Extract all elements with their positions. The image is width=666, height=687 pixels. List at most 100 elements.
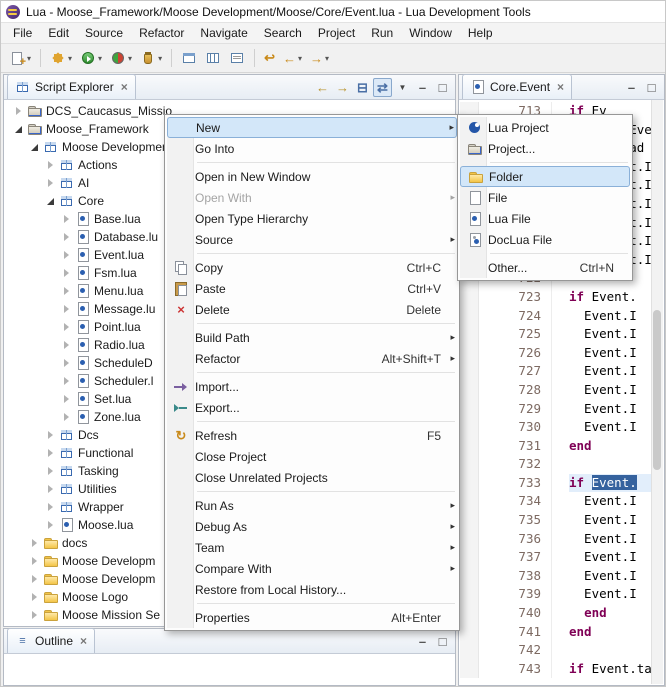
menu-help[interactable]: Help: [460, 24, 501, 42]
code-line[interactable]: 742: [460, 641, 663, 660]
menu-run[interactable]: Run: [363, 24, 401, 42]
code-line[interactable]: 737 Event.I: [460, 548, 663, 567]
code-line[interactable]: 741end: [460, 623, 663, 642]
tree-expander-icon[interactable]: [45, 501, 57, 513]
tree-expander-icon[interactable]: [45, 429, 57, 441]
code-line[interactable]: 734 Event.I: [460, 492, 663, 511]
tree-expander-icon[interactable]: [29, 573, 41, 585]
tree-expander-icon[interactable]: [29, 555, 41, 567]
code-line[interactable]: 743if Event.ta: [460, 660, 663, 679]
tree-expander-icon[interactable]: [45, 195, 57, 207]
collapse-all-icon[interactable]: ⊟: [353, 78, 372, 97]
tree-expander-icon[interactable]: [61, 231, 73, 243]
menu-item-copy[interactable]: CopyCtrl+C: [167, 257, 457, 278]
menu-item-lua-file[interactable]: Lua File: [460, 208, 630, 229]
menu-project[interactable]: Project: [310, 24, 363, 42]
tab-script-explorer[interactable]: Script Explorer ×: [7, 74, 136, 99]
code-line[interactable]: 740 end: [460, 604, 663, 623]
tree-expander-icon[interactable]: [13, 123, 25, 135]
menu-item-restore-from-local-history[interactable]: Restore from Local History...: [167, 579, 457, 600]
debug-button[interactable]: ▾: [47, 47, 75, 69]
tree-expander-icon[interactable]: [45, 177, 57, 189]
menu-window[interactable]: Window: [401, 24, 460, 42]
code-line[interactable]: 726 Event.I: [460, 344, 663, 363]
dropdown-arrow-icon[interactable]: ▾: [158, 54, 162, 63]
tree-expander-icon[interactable]: [61, 411, 73, 423]
menu-edit[interactable]: Edit: [40, 24, 77, 42]
tree-expander-icon[interactable]: [61, 249, 73, 261]
menu-item-paste[interactable]: PasteCtrl+V: [167, 278, 457, 299]
menu-item-debug-as[interactable]: Debug As▸: [167, 516, 457, 537]
menu-item-refactor[interactable]: RefactorAlt+Shift+T▸: [167, 348, 457, 369]
tab-outline[interactable]: ≡ Outline ×: [7, 628, 95, 653]
tree-expander-icon[interactable]: [61, 285, 73, 297]
tree-expander-icon[interactable]: [45, 447, 57, 459]
tree-expander-icon[interactable]: [61, 339, 73, 351]
menu-item-lua-project[interactable]: Lua Project: [460, 117, 630, 138]
scrollbar-thumb[interactable]: [653, 310, 661, 470]
forward-button[interactable]: →▾: [307, 47, 332, 69]
window-table-button[interactable]: [202, 47, 224, 69]
menu-item-source[interactable]: Source▸: [167, 229, 457, 250]
dropdown-arrow-icon[interactable]: ▾: [68, 54, 72, 63]
code-line[interactable]: 739 Event.I: [460, 585, 663, 604]
menu-file[interactable]: File: [5, 24, 40, 42]
window-text-button[interactable]: [226, 47, 248, 69]
maximize-icon[interactable]: □: [642, 78, 661, 97]
menu-item-build-path[interactable]: Build Path▸: [167, 327, 457, 348]
code-line[interactable]: 727 Event.I: [460, 362, 663, 381]
tree-expander-icon[interactable]: [13, 105, 25, 117]
tree-expander-icon[interactable]: [29, 609, 41, 621]
menu-source[interactable]: Source: [77, 24, 131, 42]
dropdown-arrow-icon[interactable]: ▾: [325, 54, 329, 63]
menu-search[interactable]: Search: [256, 24, 310, 42]
tree-expander-icon[interactable]: [61, 321, 73, 333]
tree-expander-icon[interactable]: [61, 267, 73, 279]
menu-item-close-project[interactable]: Close Project: [167, 446, 457, 467]
back-icon[interactable]: ←: [313, 78, 332, 97]
code-line[interactable]: 731end: [460, 437, 663, 456]
minimize-icon[interactable]: –: [622, 78, 641, 97]
code-line[interactable]: 723if Event.: [460, 288, 663, 307]
menu-item-doclua-file[interactable]: DocLua File: [460, 229, 630, 250]
dropdown-arrow-icon[interactable]: ▾: [128, 54, 132, 63]
code-line[interactable]: 732: [460, 455, 663, 474]
code-line[interactable]: 736 Event.I: [460, 530, 663, 549]
menu-item-delete[interactable]: ×DeleteDelete: [167, 299, 457, 320]
run-button[interactable]: ▾: [77, 47, 105, 69]
tree-expander-icon[interactable]: [61, 213, 73, 225]
dropdown-arrow-icon[interactable]: ▾: [298, 54, 302, 63]
tree-expander-icon[interactable]: [61, 357, 73, 369]
code-line[interactable]: 735 Event.I: [460, 511, 663, 530]
code-line[interactable]: 729 Event.I: [460, 400, 663, 419]
tree-expander-icon[interactable]: [29, 537, 41, 549]
code-line[interactable]: 730 Event.I: [460, 418, 663, 437]
maximize-icon[interactable]: □: [433, 632, 452, 651]
menu-item-close-unrelated-projects[interactable]: Close Unrelated Projects: [167, 467, 457, 488]
tree-expander-icon[interactable]: [61, 375, 73, 387]
menu-item-open-in-new-window[interactable]: Open in New Window: [167, 166, 457, 187]
minimize-icon[interactable]: –: [413, 632, 432, 651]
close-icon[interactable]: ×: [121, 82, 128, 92]
dropdown-arrow-icon[interactable]: ▾: [27, 54, 31, 63]
dropdown-arrow-icon[interactable]: ▾: [98, 54, 102, 63]
close-icon[interactable]: ×: [80, 636, 87, 646]
menu-item-team[interactable]: Team▸: [167, 537, 457, 558]
last-edit-location-button[interactable]: ↩: [261, 47, 278, 69]
menu-navigate[interactable]: Navigate: [192, 24, 255, 42]
menu-refactor[interactable]: Refactor: [131, 24, 192, 42]
tree-expander-icon[interactable]: [45, 483, 57, 495]
external-tools-button[interactable]: ▾: [137, 47, 165, 69]
tree-expander-icon[interactable]: [45, 465, 57, 477]
tree-expander-icon[interactable]: [29, 591, 41, 603]
tree-expander-icon[interactable]: [61, 303, 73, 315]
menu-item-go-into[interactable]: Go Into: [167, 138, 457, 159]
menu-item-open-type-hierarchy[interactable]: Open Type Hierarchy: [167, 208, 457, 229]
link-with-editor-icon[interactable]: ⇄: [373, 78, 392, 97]
coverage-button[interactable]: ▾: [107, 47, 135, 69]
maximize-icon[interactable]: □: [433, 78, 452, 97]
editor-scrollbar[interactable]: [651, 100, 663, 684]
menu-item-export[interactable]: Export...: [167, 397, 457, 418]
forward-icon[interactable]: →: [333, 78, 352, 97]
menu-item-run-as[interactable]: Run As▸: [167, 495, 457, 516]
